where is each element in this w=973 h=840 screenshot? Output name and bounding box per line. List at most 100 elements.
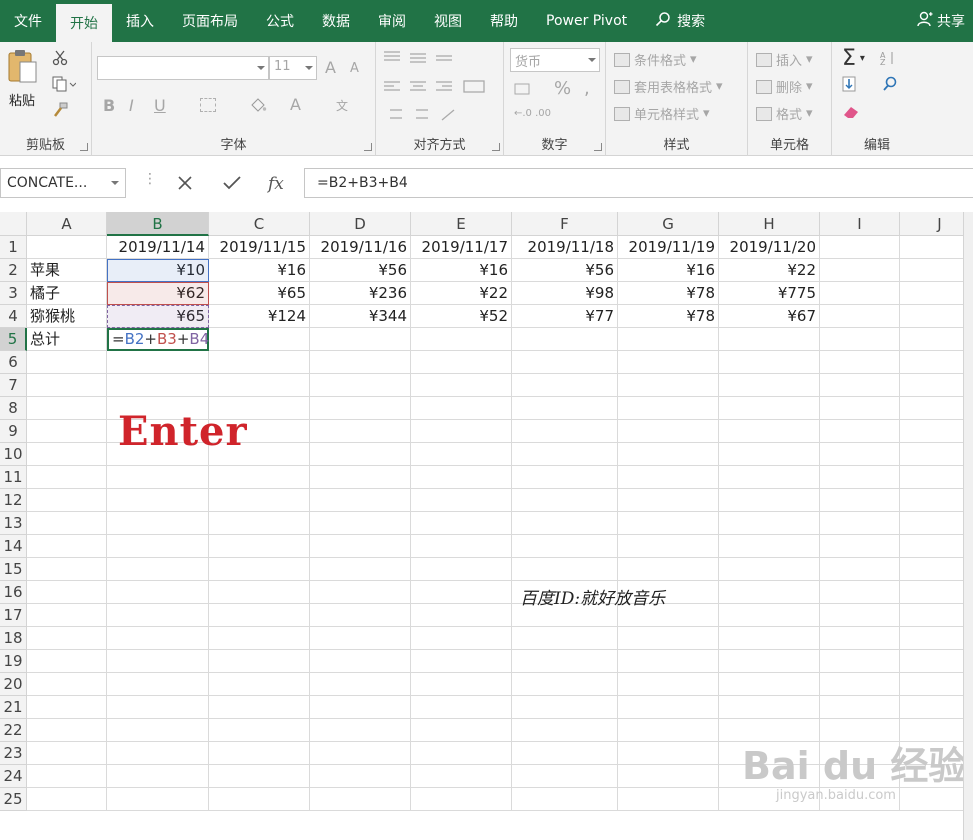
grow-font-button[interactable]: A <box>325 58 336 77</box>
cell-a19[interactable] <box>27 650 107 673</box>
cell-e11[interactable] <box>411 466 512 489</box>
name-box[interactable]: CONCATE... <box>0 168 126 198</box>
column-header-i[interactable]: I <box>820 212 900 236</box>
cell-a15[interactable] <box>27 558 107 581</box>
cell-h9[interactable] <box>719 420 820 443</box>
row-header-21[interactable]: 21 <box>0 696 27 719</box>
cell-a24[interactable] <box>27 765 107 788</box>
cell-h3[interactable]: ¥775 <box>719 282 820 305</box>
cell-f21[interactable] <box>512 696 618 719</box>
row-header-9[interactable]: 9 <box>0 420 27 443</box>
cell-a22[interactable] <box>27 719 107 742</box>
cell-c12[interactable] <box>209 489 310 512</box>
cell-f11[interactable] <box>512 466 618 489</box>
cell-b18[interactable] <box>107 627 209 650</box>
share-button[interactable]: 共享 <box>917 0 965 42</box>
fill-down-icon[interactable] <box>842 76 864 92</box>
cell-e8[interactable] <box>411 397 512 420</box>
enter-check-icon[interactable] <box>222 174 242 197</box>
conditional-formatting-button[interactable]: 条件格式 ▾ <box>614 50 697 69</box>
tab-page-layout[interactable]: 页面布局 <box>168 0 252 42</box>
cell-b15[interactable] <box>107 558 209 581</box>
cell-c7[interactable] <box>209 374 310 397</box>
column-header-g[interactable]: G <box>618 212 719 236</box>
currency-icon[interactable] <box>514 82 534 96</box>
tab-power-pivot[interactable]: Power Pivot <box>532 0 641 42</box>
cell-d19[interactable] <box>310 650 411 673</box>
cell-c22[interactable] <box>209 719 310 742</box>
cell-h18[interactable] <box>719 627 820 650</box>
cell-a14[interactable] <box>27 535 107 558</box>
cell-e10[interactable] <box>411 443 512 466</box>
cell-f15[interactable] <box>512 558 618 581</box>
cell-d23[interactable] <box>310 742 411 765</box>
cell-h5[interactable] <box>719 328 820 351</box>
border-button[interactable] <box>200 98 216 112</box>
cell-d16[interactable] <box>310 581 411 604</box>
cell-i17[interactable] <box>820 604 900 627</box>
cell-c14[interactable] <box>209 535 310 558</box>
cell-d12[interactable] <box>310 489 411 512</box>
comma-button[interactable]: , <box>584 78 590 99</box>
cell-i7[interactable] <box>820 374 900 397</box>
cut-button[interactable] <box>52 50 68 70</box>
cell-e4[interactable]: ¥52 <box>411 305 512 328</box>
sort-filter-icon[interactable]: AZ <box>880 50 904 66</box>
cell-i16[interactable] <box>820 581 900 604</box>
cell-b14[interactable] <box>107 535 209 558</box>
cell-h17[interactable] <box>719 604 820 627</box>
cell-c6[interactable] <box>209 351 310 374</box>
cell-g3[interactable]: ¥78 <box>618 282 719 305</box>
cell-f23[interactable] <box>512 742 618 765</box>
cell-a5[interactable]: 总计 <box>27 328 107 351</box>
indent-icon[interactable] <box>384 108 494 122</box>
cell-d15[interactable] <box>310 558 411 581</box>
font-color-button[interactable]: A <box>290 95 301 114</box>
cell-d10[interactable] <box>310 443 411 466</box>
cell-c21[interactable] <box>209 696 310 719</box>
cell-f5[interactable] <box>512 328 618 351</box>
cell-h13[interactable] <box>719 512 820 535</box>
cell-e22[interactable] <box>411 719 512 742</box>
cell-h4[interactable]: ¥67 <box>719 305 820 328</box>
row-header-1[interactable]: 1 <box>0 236 27 259</box>
cell-d24[interactable] <box>310 765 411 788</box>
cell-i12[interactable] <box>820 489 900 512</box>
delete-cells-button[interactable]: 删除 ▾ <box>756 77 813 96</box>
cell-c15[interactable] <box>209 558 310 581</box>
cell-a8[interactable] <box>27 397 107 420</box>
cell-f4[interactable]: ¥77 <box>512 305 618 328</box>
cell-c19[interactable] <box>209 650 310 673</box>
row-header-6[interactable]: 6 <box>0 351 27 374</box>
column-header-b[interactable]: B <box>107 212 209 236</box>
cell-e19[interactable] <box>411 650 512 673</box>
row-header-16[interactable]: 16 <box>0 581 27 604</box>
cell-c5[interactable] <box>209 328 310 351</box>
cell-f3[interactable]: ¥98 <box>512 282 618 305</box>
underline-button[interactable]: U <box>154 96 166 115</box>
row-header-2[interactable]: 2 <box>0 259 27 282</box>
row-header-19[interactable]: 19 <box>0 650 27 673</box>
cell-b19[interactable] <box>107 650 209 673</box>
cell-d20[interactable] <box>310 673 411 696</box>
cell-g8[interactable] <box>618 397 719 420</box>
cell-i11[interactable] <box>820 466 900 489</box>
row-header-3[interactable]: 3 <box>0 282 27 305</box>
cell-a13[interactable] <box>27 512 107 535</box>
cell-f19[interactable] <box>512 650 618 673</box>
cell-b21[interactable] <box>107 696 209 719</box>
cell-e7[interactable] <box>411 374 512 397</box>
cell-f25[interactable] <box>512 788 618 811</box>
cell-g19[interactable] <box>618 650 719 673</box>
cell-i15[interactable] <box>820 558 900 581</box>
cell-a6[interactable] <box>27 351 107 374</box>
cell-g20[interactable] <box>618 673 719 696</box>
cell-b24[interactable] <box>107 765 209 788</box>
cell-d17[interactable] <box>310 604 411 627</box>
align-left-icon[interactable] <box>384 80 494 94</box>
cell-a9[interactable] <box>27 420 107 443</box>
cell-b11[interactable] <box>107 466 209 489</box>
cell-b22[interactable] <box>107 719 209 742</box>
cell-b6[interactable] <box>107 351 209 374</box>
cell-b20[interactable] <box>107 673 209 696</box>
